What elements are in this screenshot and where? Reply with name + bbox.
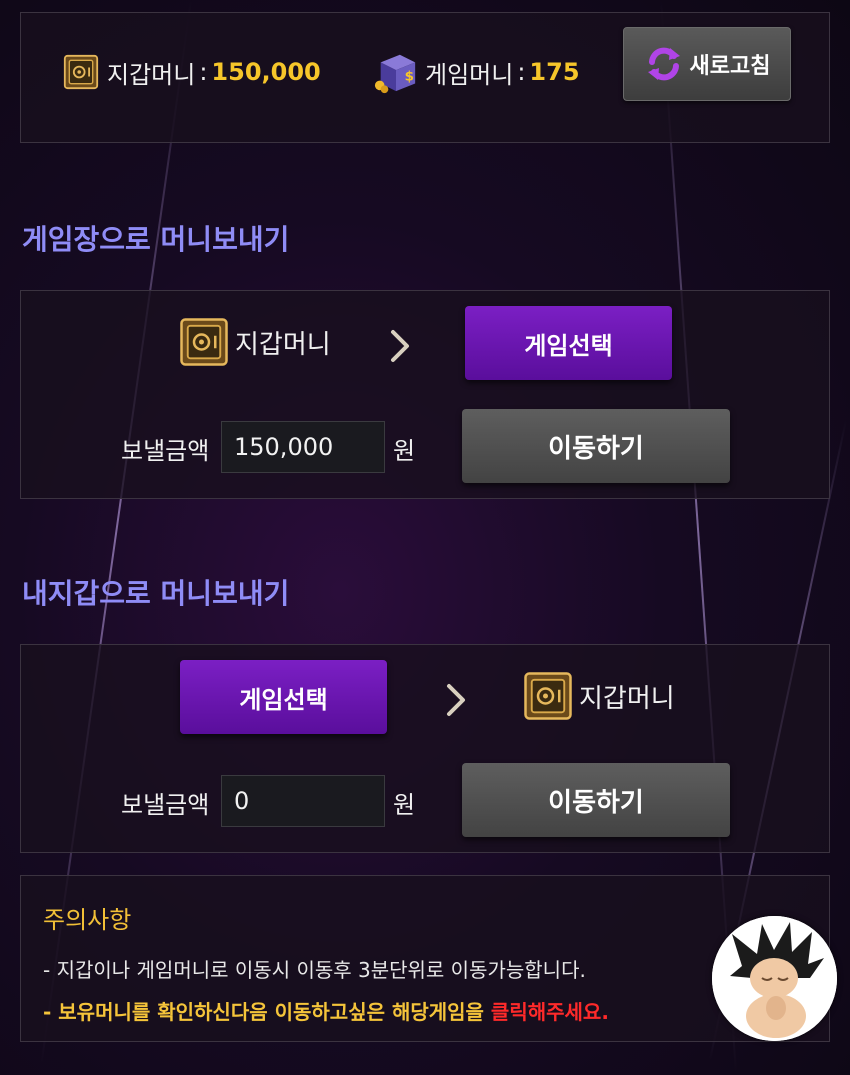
move-label: 이동하기 [548,787,644,818]
send-to-game-title: 게임장으로 머니보내기 [22,223,290,256]
wallet-money-label: 지갑머니 [107,60,196,89]
svg-text:$: $ [405,70,414,85]
wallet-money-display: 지갑머니 : 150,000 [63,43,321,101]
refresh-icon [647,47,680,81]
move-label: 이동하기 [548,433,644,464]
select-game-label: 게임선택 [524,331,613,360]
notice-title: 주의사항 [43,906,132,934]
select-game-button[interactable]: 게임선택 [180,660,387,734]
refresh-label: 새로고침 [689,54,771,79]
colon: : [517,58,526,86]
currency-unit: 원 [393,437,416,465]
avatar[interactable] [712,916,837,1041]
send-to-wallet-title: 내지갑으로 머니보내기 [22,577,290,610]
to-wallet-label: 지갑머니 [579,683,675,714]
game-money-label: 게임머니 [425,60,514,89]
game-money-display: $ 게임머니 : 175 [373,43,580,101]
send-amount-label: 보낼금액 [121,791,210,819]
safe-icon [180,318,228,366]
game-box-icon: $ [374,54,416,94]
send-to-game-panel: 지갑머니 게임선택 보낼금액 원 이동하기 [20,290,830,499]
chevron-right-icon [447,684,465,716]
safe-icon [524,672,572,720]
move-to-game-button[interactable]: 이동하기 [462,409,730,483]
send-to-wallet-panel: 게임선택 지갑머니 보낼금액 원 이동하기 [20,644,830,853]
notice-line: - 지갑이나 게임머니로 이동시 이동후 3분단위로 이동가능합니다. [43,958,586,982]
money-summary-panel: 지갑머니 : 150,000 $ 게임머니 : 175 새로고침 [20,12,830,143]
send-amount-input[interactable] [221,775,385,827]
select-game-label: 게임선택 [239,685,328,714]
refresh-button[interactable]: 새로고침 [623,27,791,101]
currency-unit: 원 [393,791,416,819]
game-money-value: 175 [529,58,580,86]
notice-panel: 주의사항 - 지갑이나 게임머니로 이동시 이동후 3분단위로 이동가능합니다.… [20,875,830,1042]
notice-click-text: 클릭해주세요. [490,1000,609,1024]
character-avatar-icon [712,916,837,1041]
wallet-money-value: 150,000 [211,58,321,86]
from-wallet-label: 지갑머니 [235,329,331,360]
colon: : [199,58,208,86]
from-wallet: 지갑머니 [179,317,331,367]
move-to-wallet-button[interactable]: 이동하기 [462,763,730,837]
chevron-right-icon [391,330,409,362]
to-wallet: 지갑머니 [523,671,675,721]
send-amount-label: 보낼금액 [121,437,210,465]
select-game-button[interactable]: 게임선택 [465,306,672,380]
send-amount-input[interactable] [221,421,385,473]
notice-line-highlight: - 보유머니를 확인하신다음 이동하고싶은 해당게임을 클릭해주세요. [43,996,609,1025]
notice-text: - 보유머니를 확인하신다음 이동하고싶은 해당게임을 [43,1000,491,1024]
safe-icon [63,54,99,90]
